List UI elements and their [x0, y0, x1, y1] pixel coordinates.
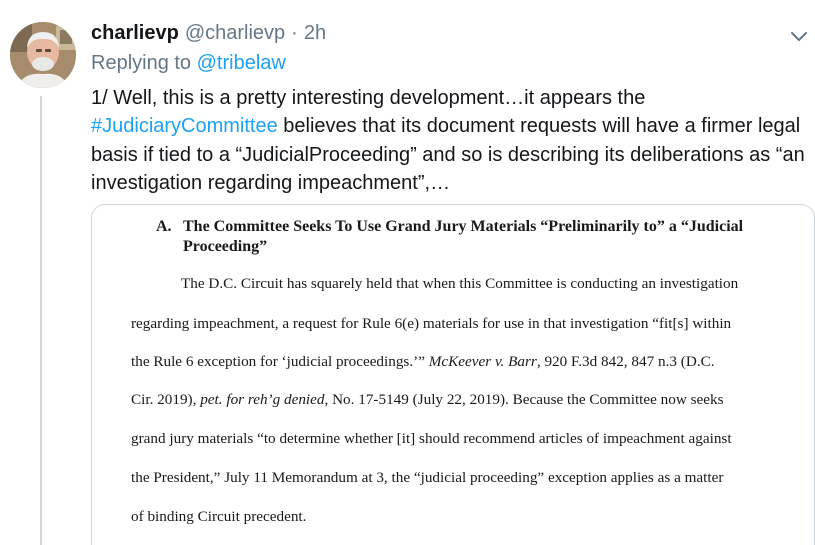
- tweet-header: charlievp @charlievp · 2h: [91, 22, 326, 48]
- chevron-down-icon[interactable]: [787, 24, 811, 48]
- replying-to-link[interactable]: @tribelaw: [197, 52, 286, 74]
- replying-to-line: Replying to @tribelaw: [91, 52, 286, 75]
- avatar-image: [10, 22, 76, 88]
- document-line-3: the Rule 6 exception for ‘judicial proce…: [131, 353, 715, 371]
- document-line-4: Cir. 2019), pet. for reh’g denied, No. 1…: [131, 391, 724, 409]
- tweet-text-part1: 1/ Well, this is a pretty interesting de…: [91, 87, 646, 109]
- line-4-text-b: , No. 17-5149 (July 22, 2019). Because t…: [324, 391, 724, 408]
- heading-letter: A.: [156, 218, 172, 235]
- document-heading: A. The Committee Seeks To Use Grand Jury…: [156, 217, 786, 257]
- document-line-5: grand jury materials “to determine wheth…: [131, 430, 732, 447]
- document-line-7: of binding Circuit precedent.: [131, 508, 307, 525]
- separator-dot: ·: [291, 22, 298, 44]
- display-name[interactable]: charlievp: [91, 22, 179, 45]
- rehearing-citation: pet. for reh’g denied: [200, 391, 325, 408]
- attached-image[interactable]: A. The Committee Seeks To Use Grand Jury…: [91, 204, 815, 545]
- timestamp[interactable]: 2h: [304, 22, 326, 45]
- line-3-text-a: the Rule 6 exception for ‘judicial proce…: [131, 353, 429, 370]
- document-line-1: The D.C. Circuit has squarely held that …: [181, 275, 739, 292]
- heading-text: The Committee Seeks To Use Grand Jury Ma…: [183, 218, 744, 255]
- document-line-2: regarding impeachment, a request for Rul…: [131, 315, 732, 332]
- tweet-text: 1/ Well, this is a pretty interesting de…: [91, 84, 806, 197]
- avatar[interactable]: [10, 22, 76, 88]
- document-line-6: the President,” July 11 Memorandum at 3,…: [131, 469, 724, 486]
- replying-to-label: Replying to: [91, 52, 197, 74]
- thread-connector-line: [40, 96, 42, 545]
- line-4-text-a: Cir. 2019),: [131, 391, 201, 408]
- hashtag-link[interactable]: #JudiciaryCommittee: [91, 115, 278, 137]
- line-3-text-b: , 920 F.3d 842, 847 n.3 (D.C.: [536, 353, 715, 370]
- case-citation: McKeever v. Barr: [428, 353, 537, 370]
- user-handle[interactable]: @charlievp: [185, 22, 285, 45]
